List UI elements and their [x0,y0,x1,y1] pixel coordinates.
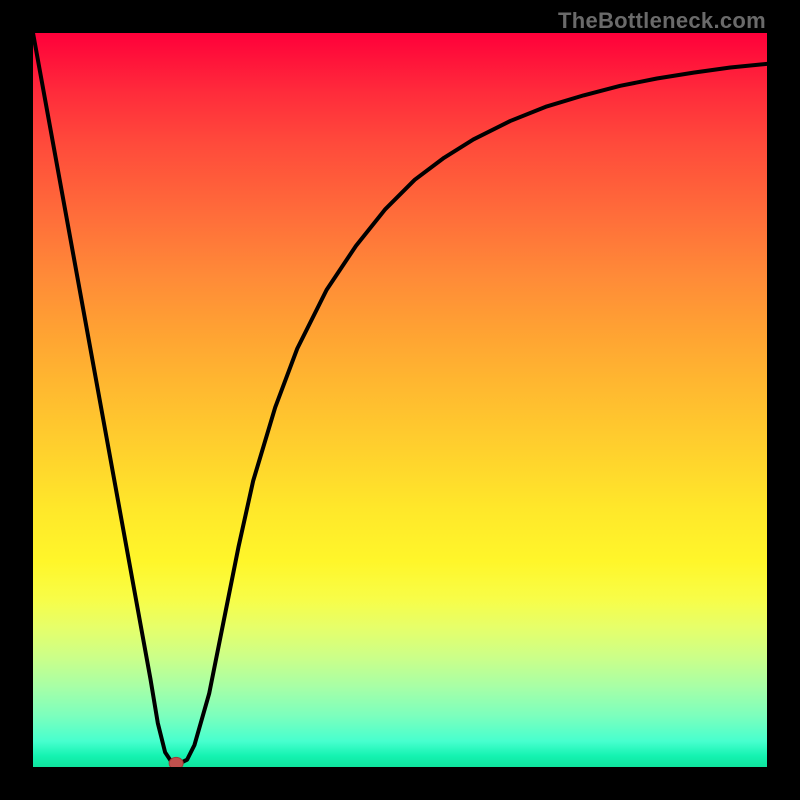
chart-frame: TheBottleneck.com [0,0,800,800]
watermark-text: TheBottleneck.com [558,8,766,34]
marker-dot [169,757,183,767]
plot-area [33,33,767,767]
chart-svg [33,33,767,767]
bottleneck-curve [33,33,767,763]
